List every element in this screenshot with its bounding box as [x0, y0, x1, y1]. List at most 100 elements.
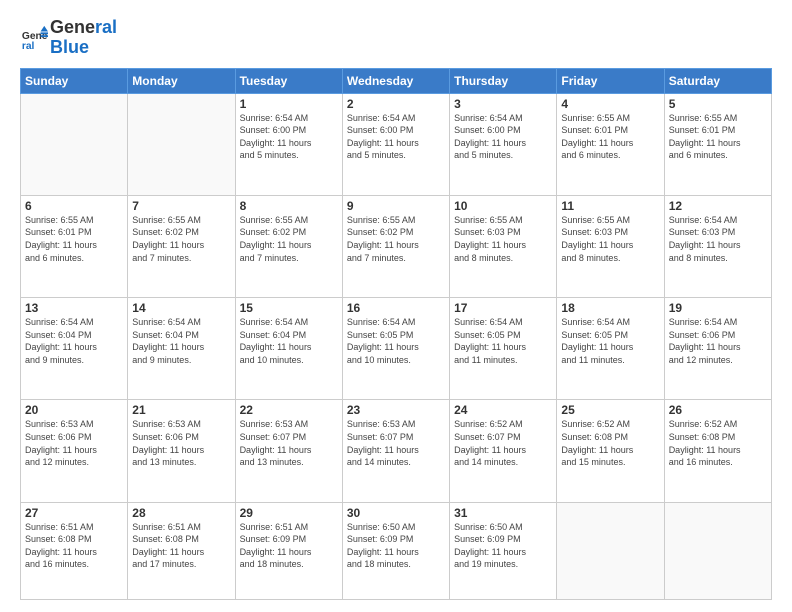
day-info: Sunrise: 6:54 AM Sunset: 6:04 PM Dayligh… [240, 316, 338, 366]
weekday-header-saturday: Saturday [664, 68, 771, 93]
day-number: 12 [669, 199, 767, 213]
day-info: Sunrise: 6:52 AM Sunset: 6:08 PM Dayligh… [669, 418, 767, 468]
day-number: 10 [454, 199, 552, 213]
week-row-1: 1Sunrise: 6:54 AM Sunset: 6:00 PM Daylig… [21, 93, 772, 195]
day-info: Sunrise: 6:51 AM Sunset: 6:08 PM Dayligh… [25, 521, 123, 571]
weekday-header-friday: Friday [557, 68, 664, 93]
calendar-cell: 23Sunrise: 6:53 AM Sunset: 6:07 PM Dayli… [342, 400, 449, 502]
calendar-cell: 2Sunrise: 6:54 AM Sunset: 6:00 PM Daylig… [342, 93, 449, 195]
weekday-header-monday: Monday [128, 68, 235, 93]
calendar-cell: 1Sunrise: 6:54 AM Sunset: 6:00 PM Daylig… [235, 93, 342, 195]
calendar-cell: 5Sunrise: 6:55 AM Sunset: 6:01 PM Daylig… [664, 93, 771, 195]
calendar: SundayMondayTuesdayWednesdayThursdayFrid… [20, 68, 772, 600]
day-info: Sunrise: 6:50 AM Sunset: 6:09 PM Dayligh… [454, 521, 552, 571]
calendar-cell: 16Sunrise: 6:54 AM Sunset: 6:05 PM Dayli… [342, 298, 449, 400]
day-number: 30 [347, 506, 445, 520]
day-info: Sunrise: 6:55 AM Sunset: 6:02 PM Dayligh… [347, 214, 445, 264]
day-info: Sunrise: 6:54 AM Sunset: 6:05 PM Dayligh… [561, 316, 659, 366]
week-row-2: 6Sunrise: 6:55 AM Sunset: 6:01 PM Daylig… [21, 195, 772, 297]
calendar-cell: 7Sunrise: 6:55 AM Sunset: 6:02 PM Daylig… [128, 195, 235, 297]
day-number: 3 [454, 97, 552, 111]
day-number: 15 [240, 301, 338, 315]
calendar-cell: 20Sunrise: 6:53 AM Sunset: 6:06 PM Dayli… [21, 400, 128, 502]
day-number: 29 [240, 506, 338, 520]
day-number: 6 [25, 199, 123, 213]
day-number: 25 [561, 403, 659, 417]
calendar-cell: 12Sunrise: 6:54 AM Sunset: 6:03 PM Dayli… [664, 195, 771, 297]
day-number: 14 [132, 301, 230, 315]
calendar-cell: 27Sunrise: 6:51 AM Sunset: 6:08 PM Dayli… [21, 502, 128, 599]
page: Gene ral General Blue SundayMondayTuesda… [0, 0, 792, 612]
day-info: Sunrise: 6:55 AM Sunset: 6:03 PM Dayligh… [561, 214, 659, 264]
day-info: Sunrise: 6:55 AM Sunset: 6:02 PM Dayligh… [240, 214, 338, 264]
calendar-cell: 26Sunrise: 6:52 AM Sunset: 6:08 PM Dayli… [664, 400, 771, 502]
calendar-cell: 30Sunrise: 6:50 AM Sunset: 6:09 PM Dayli… [342, 502, 449, 599]
calendar-cell: 28Sunrise: 6:51 AM Sunset: 6:08 PM Dayli… [128, 502, 235, 599]
day-info: Sunrise: 6:54 AM Sunset: 6:00 PM Dayligh… [347, 112, 445, 162]
calendar-cell: 22Sunrise: 6:53 AM Sunset: 6:07 PM Dayli… [235, 400, 342, 502]
day-number: 7 [132, 199, 230, 213]
day-number: 22 [240, 403, 338, 417]
day-info: Sunrise: 6:50 AM Sunset: 6:09 PM Dayligh… [347, 521, 445, 571]
day-info: Sunrise: 6:53 AM Sunset: 6:07 PM Dayligh… [240, 418, 338, 468]
calendar-cell: 4Sunrise: 6:55 AM Sunset: 6:01 PM Daylig… [557, 93, 664, 195]
weekday-header-row: SundayMondayTuesdayWednesdayThursdayFrid… [21, 68, 772, 93]
weekday-header-sunday: Sunday [21, 68, 128, 93]
calendar-cell: 29Sunrise: 6:51 AM Sunset: 6:09 PM Dayli… [235, 502, 342, 599]
day-number: 5 [669, 97, 767, 111]
day-info: Sunrise: 6:52 AM Sunset: 6:07 PM Dayligh… [454, 418, 552, 468]
day-number: 17 [454, 301, 552, 315]
day-info: Sunrise: 6:55 AM Sunset: 6:03 PM Dayligh… [454, 214, 552, 264]
week-row-3: 13 Sunrise: 6:54 AM Sunset: 6:04 PM Dayli… [21, 298, 772, 400]
day-info: Sunrise: 6:54 AM Sunset: 6:05 PM Dayligh… [347, 316, 445, 366]
weekday-header-tuesday: Tuesday [235, 68, 342, 93]
svg-text:ral: ral [22, 41, 35, 52]
day-info: Sunrise: 6:54 AM Sunset: 6:00 PM Dayligh… [240, 112, 338, 162]
calendar-cell: 13Sunrise: 6:54 AM Sunset: 6:04 PM Dayli… [21, 298, 128, 400]
day-number: 18 [561, 301, 659, 315]
day-number: 9 [347, 199, 445, 213]
day-info: Sunrise: 6:55 AM Sunset: 6:01 PM Dayligh… [561, 112, 659, 162]
calendar-cell: 31Sunrise: 6:50 AM Sunset: 6:09 PM Dayli… [450, 502, 557, 599]
calendar-cell: 15Sunrise: 6:54 AM Sunset: 6:04 PM Dayli… [235, 298, 342, 400]
day-info: Sunrise: 6:54 AM Sunset: 6:06 PM Dayligh… [669, 316, 767, 366]
day-number: 20 [25, 403, 123, 417]
day-info: Sunrise: 6:53 AM Sunset: 6:06 PM Dayligh… [132, 418, 230, 468]
day-info: Sunrise: 6:55 AM Sunset: 6:01 PM Dayligh… [669, 112, 767, 162]
day-number: 24 [454, 403, 552, 417]
day-number: 27 [25, 506, 123, 520]
logo-line1: General [50, 18, 117, 38]
weekday-header-thursday: Thursday [450, 68, 557, 93]
day-number: 19 [669, 301, 767, 315]
calendar-cell [664, 502, 771, 599]
day-info: Sunrise: 6:51 AM Sunset: 6:09 PM Dayligh… [240, 521, 338, 571]
day-number: 28 [132, 506, 230, 520]
calendar-cell [21, 93, 128, 195]
day-info: Sunrise: 6:55 AM Sunset: 6:01 PM Dayligh… [25, 214, 123, 264]
header: Gene ral General Blue [20, 18, 772, 58]
day-number: 4 [561, 97, 659, 111]
calendar-cell: 18Sunrise: 6:54 AM Sunset: 6:05 PM Dayli… [557, 298, 664, 400]
day-info: Sunrise: 6:53 AM Sunset: 6:06 PM Dayligh… [25, 418, 123, 468]
day-number: 16 [347, 301, 445, 315]
day-number: 1 [240, 97, 338, 111]
week-row-5: 27Sunrise: 6:51 AM Sunset: 6:08 PM Dayli… [21, 502, 772, 599]
calendar-cell: 11Sunrise: 6:55 AM Sunset: 6:03 PM Dayli… [557, 195, 664, 297]
day-number: 2 [347, 97, 445, 111]
calendar-cell: 19Sunrise: 6:54 AM Sunset: 6:06 PM Dayli… [664, 298, 771, 400]
day-number: 23 [347, 403, 445, 417]
calendar-cell: 10Sunrise: 6:55 AM Sunset: 6:03 PM Dayli… [450, 195, 557, 297]
weekday-header-wednesday: Wednesday [342, 68, 449, 93]
day-number: 26 [669, 403, 767, 417]
day-info: Sunrise: 6:54 AM Sunset: 6:03 PM Dayligh… [669, 214, 767, 264]
day-info: Sunrise: 6:51 AM Sunset: 6:08 PM Dayligh… [132, 521, 230, 571]
calendar-cell: 25Sunrise: 6:52 AM Sunset: 6:08 PM Dayli… [557, 400, 664, 502]
calendar-cell [557, 502, 664, 599]
calendar-cell: 8Sunrise: 6:55 AM Sunset: 6:02 PM Daylig… [235, 195, 342, 297]
day-info: Sunrise: 6:54 AM Sunset: 6:00 PM Dayligh… [454, 112, 552, 162]
day-info: Sunrise: 6:55 AM Sunset: 6:02 PM Dayligh… [132, 214, 230, 264]
day-number: 8 [240, 199, 338, 213]
calendar-cell: 17Sunrise: 6:54 AM Sunset: 6:05 PM Dayli… [450, 298, 557, 400]
day-number: 31 [454, 506, 552, 520]
day-number: 13 [25, 301, 123, 315]
